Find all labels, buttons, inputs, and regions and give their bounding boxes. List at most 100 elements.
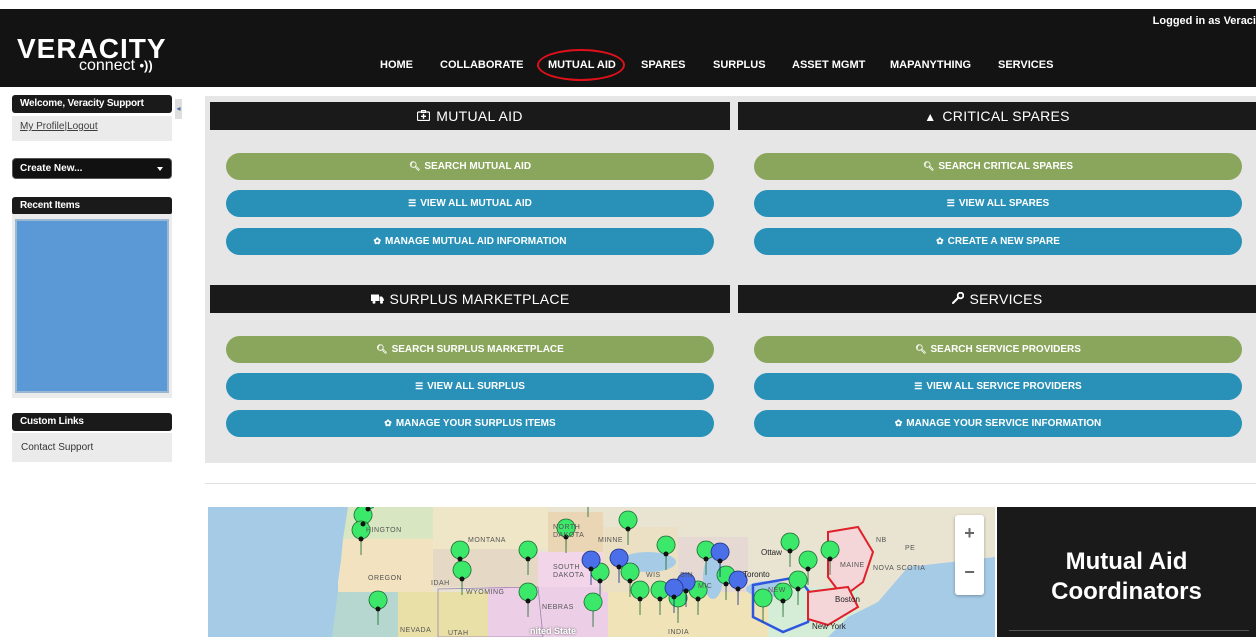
view-all-service-providers-label: VIEW ALL SERVICE PROVIDERS <box>926 381 1082 392</box>
zoom-out-button[interactable]: − <box>955 562 984 583</box>
map-label-wisconsin-2: SIN <box>680 572 694 579</box>
view-all-spares-button[interactable]: ☰ VIEW ALL SPARES <box>754 190 1242 217</box>
collapse-sidebar-icon[interactable]: ◂ <box>175 99 182 119</box>
surplus-title: SURPLUS MARKETPLACE <box>389 291 570 307</box>
wrench-icon <box>951 286 964 314</box>
nav-services[interactable]: SERVICES <box>998 59 1053 71</box>
search-icon: 🔍︎ <box>922 161 935 171</box>
nav-asset-mgmt[interactable]: ASSET MGMT <box>792 59 865 71</box>
nav-mapanything[interactable]: MAPANYTHING <box>890 59 971 71</box>
services-header: SERVICES <box>738 285 1256 313</box>
coordinators-panel: Mutual Aid Coordinators <box>997 507 1256 637</box>
map-label-nb: NB <box>876 537 887 544</box>
manage-service-info-button[interactable]: ✿ MANAGE YOUR SERVICE INFORMATION <box>754 410 1242 437</box>
map-label-minnesota: MINNE <box>598 537 624 544</box>
manage-mutual-aid-button[interactable]: ✿ MANAGE MUTUAL AID INFORMATION <box>226 228 714 255</box>
logout-link[interactable]: Logout <box>67 121 98 132</box>
services-title: SERVICES <box>969 291 1043 307</box>
map-label-nebraska: NEBRAS <box>542 604 574 611</box>
nav-home[interactable]: HOME <box>380 59 413 71</box>
map-label-wyoming: WYOMING <box>466 589 505 596</box>
list-icon: ☰ <box>914 381 923 391</box>
search-critical-spares-label: SEARCH CRITICAL SPARES <box>938 161 1074 172</box>
logged-in-label: Logged in as Veraci <box>1152 15 1256 27</box>
mutual-aid-header: MUTUAL AID <box>210 102 730 130</box>
contact-support-link[interactable]: Contact Support <box>12 433 172 462</box>
view-all-surplus-label: VIEW ALL SURPLUS <box>427 381 525 392</box>
map-city-boston: Boston <box>835 595 860 604</box>
view-all-mutual-aid-button[interactable]: ☰ VIEW ALL MUTUAL AID <box>226 190 714 217</box>
search-icon: 🔍︎ <box>408 161 421 171</box>
create-new-select[interactable]: Create New... <box>12 158 172 179</box>
map-label-north-dakota: NORTH DAKOTA <box>553 524 585 539</box>
search-critical-spares-button[interactable]: 🔍︎ SEARCH CRITICAL SPARES <box>754 153 1242 180</box>
create-new-label: Create New... <box>20 163 83 174</box>
veracity-logo[interactable]: VERACITY connect •)) <box>17 35 167 75</box>
search-mutual-aid-label: SEARCH MUTUAL AID <box>424 161 532 172</box>
create-new-spare-label: CREATE A NEW SPARE <box>947 236 1060 247</box>
truck-icon <box>370 286 384 314</box>
map-label-utah: UTAH <box>448 630 469 637</box>
nav-spares[interactable]: SPARES <box>641 59 685 71</box>
map-regions <box>208 507 995 637</box>
top-header: VERACITY connect •)) Logged in as Veraci… <box>0 9 1256 87</box>
search-icon: 🔍︎ <box>376 344 388 354</box>
search-service-providers-label: SEARCH SERVICE PROVIDERS <box>930 344 1081 355</box>
map-label-michigan: MIC <box>698 583 713 590</box>
coordinators-title-line1: Mutual Aid <box>1065 548 1188 575</box>
medkit-icon <box>417 103 431 131</box>
map-label-montana: MONTANA <box>468 537 506 544</box>
mutual-aid-title: MUTUAL AID <box>436 108 523 124</box>
signal-icon: •)) <box>139 58 153 73</box>
recent-items-list[interactable] <box>15 219 169 393</box>
my-profile-link[interactable]: My Profile <box>20 121 64 132</box>
zoom-in-button[interactable]: + <box>955 523 984 544</box>
app-root: VERACITY connect •)) Logged in as Veraci… <box>0 0 1256 637</box>
critical-spares-header: ▲ CRITICAL SPARES <box>738 102 1256 130</box>
map-label-indiana: INDIA <box>668 629 690 636</box>
search-service-providers-button[interactable]: 🔍︎ SEARCH SERVICE PROVIDERS <box>754 336 1242 363</box>
welcome-header: Welcome, Veracity Support <box>12 95 172 113</box>
caret-down-icon <box>157 167 163 171</box>
nav-collaborate[interactable]: COLLABORATE <box>440 59 524 71</box>
gear-icon: ✿ <box>373 236 382 246</box>
map-city-ottawa: Ottaw <box>761 548 782 557</box>
gear-icon: ✿ <box>936 236 944 246</box>
nav-surplus[interactable]: SURPLUS <box>713 59 766 71</box>
map-label-washington: HINGTON <box>366 527 402 534</box>
create-new-spare-button[interactable]: ✿ CREATE A NEW SPARE <box>754 228 1242 255</box>
gear-icon: ✿ <box>384 418 392 428</box>
recent-items-header: Recent Items <box>12 197 172 215</box>
map-zoom-control: + − <box>955 515 984 595</box>
search-mutual-aid-button[interactable]: 🔍︎ SEARCH MUTUAL AID <box>226 153 714 180</box>
map-city-toronto: Toronto <box>743 570 770 579</box>
critical-spares-title: CRITICAL SPARES <box>942 108 1070 124</box>
map-label-south-dakota: SOUTH DAKOTA <box>553 564 585 579</box>
gear-icon: ✿ <box>894 418 903 428</box>
search-surplus-button[interactable]: 🔍︎ SEARCH SURPLUS MARKETPLACE <box>226 336 714 363</box>
list-icon: ☰ <box>408 198 417 208</box>
warning-icon: ▲ <box>924 110 937 124</box>
map-label-nevada: NEVADA <box>400 627 432 634</box>
manage-surplus-label: MANAGE YOUR SURPLUS ITEMS <box>395 418 556 429</box>
profile-links: My Profile|Logout <box>12 116 172 141</box>
coordinators-map[interactable]: HINGTON MONTANA NORTH DAKOTA MINNE SOUTH… <box>208 507 995 637</box>
list-icon: ☰ <box>946 198 955 208</box>
surplus-header: SURPLUS MARKETPLACE <box>210 285 730 313</box>
view-all-surplus-button[interactable]: ☰ VIEW ALL SURPLUS <box>226 373 714 400</box>
search-surplus-label: SEARCH SURPLUS MARKETPLACE <box>391 344 564 355</box>
map-label-nova-scotia: NOVA SCOTIA <box>873 565 926 572</box>
map-label-oregon: OREGON <box>368 575 403 582</box>
manage-surplus-button[interactable]: ✿ MANAGE YOUR SURPLUS ITEMS <box>226 410 714 437</box>
dashboard-panel <box>205 96 1256 463</box>
logo-sub: connect •)) <box>79 57 153 75</box>
view-all-mutual-aid-label: VIEW ALL MUTUAL AID <box>420 198 532 209</box>
coordinators-title-line2: Coordinators <box>1051 578 1202 605</box>
view-all-service-providers-button[interactable]: ☰ VIEW ALL SERVICE PROVIDERS <box>754 373 1242 400</box>
manage-mutual-aid-label: MANAGE MUTUAL AID INFORMATION <box>385 236 567 247</box>
map-city-new-york: New York <box>812 622 846 631</box>
coordinators-title: Mutual Aid Coordinators <box>997 547 1256 607</box>
coordinators-divider <box>1009 630 1249 631</box>
custom-links-header: Custom Links <box>12 413 172 431</box>
manage-service-info-label: MANAGE YOUR SERVICE INFORMATION <box>906 418 1102 429</box>
